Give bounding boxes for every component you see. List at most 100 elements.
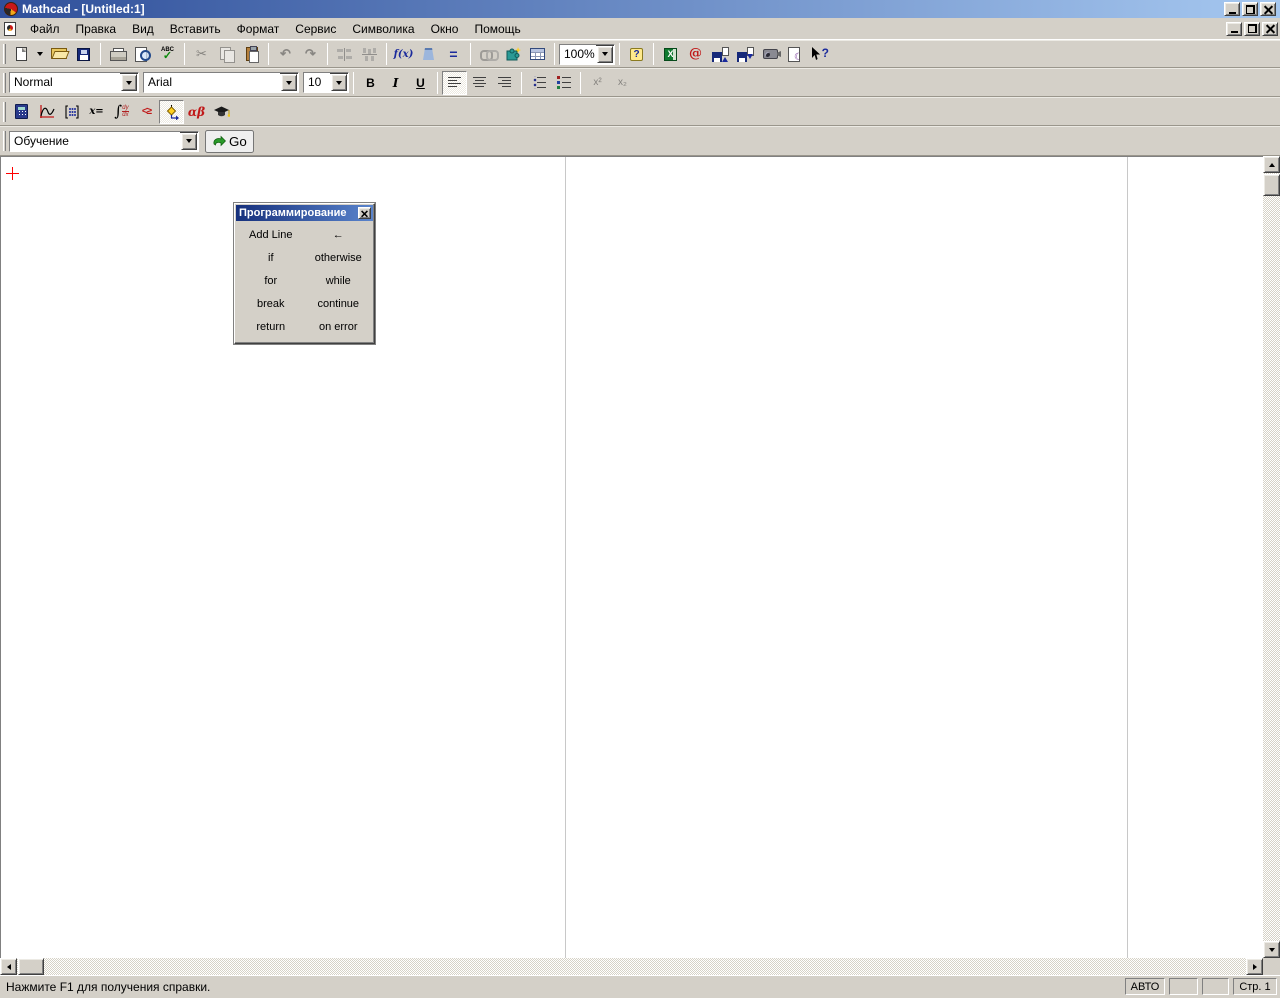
horizontal-scroll-thumb[interactable] [18,958,44,975]
zoom-combo[interactable]: 100% [559,43,615,65]
palette-title-bar[interactable]: Программирование [236,205,373,221]
align-left-icon [448,77,461,88]
resources-combo[interactable]: Обучение [9,130,199,152]
calculus-palette-button[interactable]: ∫ dy dx [109,100,134,124]
menu-file[interactable]: Файл [22,19,68,39]
programming-palette-button[interactable] [159,99,184,124]
close-button[interactable] [1260,2,1276,16]
calculate-button[interactable]: = [441,42,466,66]
align-left-button[interactable] [442,70,467,95]
toolbar-grip[interactable] [3,101,6,122]
vertical-scrollbar[interactable] [1263,156,1280,958]
insert-unit-button[interactable] [416,42,441,66]
style-value: Normal [10,73,120,92]
restore-button[interactable] [1242,2,1258,16]
font-combo[interactable]: Arial [143,72,299,93]
menu-format[interactable]: Формат [229,19,288,39]
scroll-left-button[interactable] [0,958,17,975]
spell-check-button[interactable]: ABC ✓ [155,42,180,66]
style-combo[interactable]: Normal [9,72,139,93]
evaluation-palette-button[interactable]: x= [84,100,109,124]
palette-close-button[interactable] [358,207,371,219]
programming-palette-window[interactable]: Программирование Add Line ← if otherwise… [234,203,375,344]
align-center-button[interactable] [467,71,492,95]
matrix-palette-button[interactable] [59,100,84,124]
menu-window[interactable]: Окно [423,19,467,39]
prog-while-button[interactable]: while [305,271,373,290]
toolbar-grip[interactable] [3,72,6,93]
align-right-button[interactable] [492,71,517,95]
greek-palette-button[interactable]: αβ [184,100,209,124]
graph-palette-button[interactable] [34,100,59,124]
menu-tools[interactable]: Сервис [287,19,344,39]
scroll-up-button[interactable] [1263,156,1280,173]
prog-if-button[interactable]: if [237,248,305,267]
vertical-scroll-thumb[interactable] [1263,174,1280,196]
calculator-palette-button[interactable] [9,100,34,124]
menu-edit[interactable]: Правка [68,19,125,39]
save-site-upload-button[interactable] [708,42,733,66]
italic-button[interactable]: I [383,71,408,95]
font-dropdown-button[interactable] [281,74,297,91]
toolbar-grip[interactable] [3,44,6,64]
worksheet[interactable]: Программирование Add Line ← if otherwise… [0,156,1263,958]
go-button[interactable]: Go [205,129,254,153]
insert-function-button[interactable]: f(x) [391,42,416,66]
menu-insert[interactable]: Вставить [162,19,229,39]
menu-help[interactable]: Помощь [466,19,528,39]
resources-dropdown-button[interactable] [181,132,197,150]
child-restore-button[interactable] [1244,21,1260,36]
paste-button[interactable] [239,42,264,66]
print-button[interactable] [105,42,130,66]
boolean-palette-button[interactable]: <≥ [134,100,159,124]
numbered-list-button[interactable] [551,71,576,95]
collaboratory-button[interactable]: @ [683,42,708,66]
child-minimize-button[interactable] [1226,21,1242,36]
arrow-down-icon [747,53,753,62]
animation-button[interactable] [758,42,783,66]
insert-table-button[interactable] [525,42,550,66]
menu-view[interactable]: Вид [124,19,162,39]
restore-icon [1245,4,1255,14]
menu-symbolics[interactable]: Символика [344,19,422,39]
save-button[interactable] [71,42,96,66]
underline-button[interactable]: U [408,71,433,95]
font-size-combo[interactable]: 10 [303,72,349,93]
font-size-dropdown-button[interactable] [331,74,347,91]
prog-add-line-button[interactable]: Add Line [237,225,305,244]
italic-icon: I [392,75,399,90]
prog-break-button[interactable]: break [237,294,305,313]
bullet-list-button[interactable] [526,71,551,95]
mathcad-logo-icon[interactable] [4,2,18,16]
new-button[interactable] [9,42,34,66]
minimize-button[interactable] [1224,2,1240,16]
wizard-button[interactable]: ☾ [783,42,808,66]
style-dropdown-button[interactable] [121,74,137,91]
context-help-button[interactable]: ? [808,42,833,66]
prog-for-button[interactable]: for [237,271,305,290]
greek-icon: αβ [187,104,206,119]
document-system-icon[interactable] [4,21,16,36]
open-button[interactable] [46,42,71,66]
scroll-down-button[interactable] [1263,941,1280,958]
insert-component-button[interactable] [500,42,525,66]
save-site-download-button[interactable] [733,42,758,66]
toolbar-grip[interactable] [3,131,6,151]
print-preview-button[interactable] [130,42,155,66]
prog-continue-button[interactable]: continue [305,294,373,313]
new-dropdown-button[interactable] [34,42,46,66]
evaluation-icon: x= [89,106,104,117]
prog-on-error-button[interactable]: on error [305,317,373,336]
help-button[interactable]: ? [624,42,649,66]
child-close-button[interactable] [1262,21,1278,36]
excel-component-button[interactable]: X [658,42,683,66]
bold-button[interactable]: B [358,71,383,95]
zoom-dropdown-button[interactable] [597,45,613,63]
horizontal-scrollbar[interactable] [0,958,1263,975]
prog-local-assign-button[interactable]: ← [305,225,373,244]
prog-otherwise-button[interactable]: otherwise [305,248,373,267]
prog-return-button[interactable]: return [237,317,305,336]
scroll-right-button[interactable] [1246,958,1263,975]
symbolic-palette-button[interactable] [209,100,234,124]
superscript-icon: x² [593,77,602,88]
